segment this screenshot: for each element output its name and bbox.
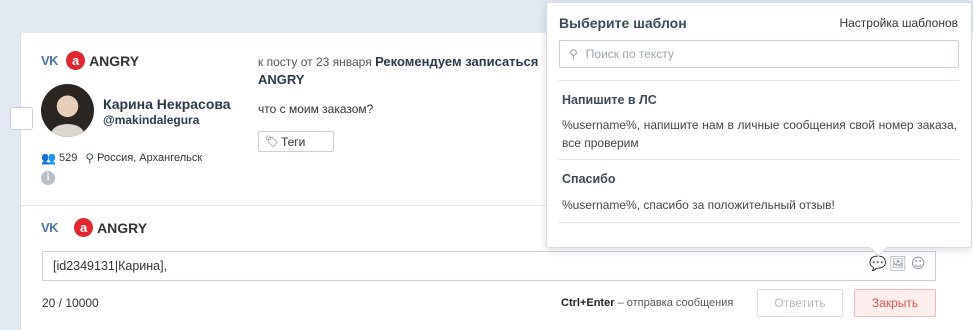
popover-divider bbox=[559, 159, 959, 160]
select-checkbox[interactable] bbox=[10, 107, 33, 130]
reply-button[interactable]: Ответить bbox=[757, 289, 843, 317]
author-stats: 👥 529 ⚲ Россия, Архангельск bbox=[41, 151, 202, 165]
reply-brand-name: ANGRY bbox=[97, 219, 148, 236]
source-brand: VK a ANGRY bbox=[41, 51, 139, 70]
tags-label: Теги bbox=[280, 134, 306, 149]
angry-logo-icon: a bbox=[74, 218, 94, 237]
author-location: Россия, Архангельск bbox=[97, 152, 203, 164]
popover-divider bbox=[559, 222, 959, 223]
info-icon[interactable]: i bbox=[41, 171, 55, 185]
hint-keys: Ctrl+Enter bbox=[561, 297, 615, 309]
popover-divider bbox=[559, 80, 959, 81]
template-item-body[interactable]: %username%, напишите нам в личные сообще… bbox=[562, 116, 957, 152]
author-handle[interactable]: @makindalegura bbox=[103, 113, 199, 127]
char-counter: 20 / 10000 bbox=[42, 296, 99, 310]
friends-icon: 👥 bbox=[41, 151, 56, 165]
brand-name: ANGRY bbox=[89, 52, 140, 69]
template-item-body[interactable]: %username%, спасибо за положительный отз… bbox=[562, 196, 957, 214]
template-item-title[interactable]: Спасибо bbox=[562, 172, 616, 186]
post-title[interactable]: Рекомендуем записаться bbox=[375, 54, 538, 69]
search-icon: ⚲ bbox=[569, 47, 578, 61]
templates-popover: Выберите шаблон Настройка шаблонов ⚲ Нап… bbox=[546, 2, 972, 248]
close-button[interactable]: Закрыть bbox=[854, 289, 936, 317]
popover-title: Выберите шаблон bbox=[559, 15, 687, 31]
vk-icon: VK bbox=[41, 53, 59, 68]
chat-icon[interactable]: 💬 bbox=[869, 256, 887, 272]
tag-icon: 🏷 bbox=[265, 136, 279, 148]
image-icon[interactable]: 🖼 bbox=[889, 256, 907, 272]
vk-icon: VK bbox=[41, 220, 59, 235]
post-title-continued[interactable]: ANGRY bbox=[258, 72, 304, 87]
post-date-ref: к посту от 23 января bbox=[258, 55, 372, 69]
location-pin-icon: ⚲ bbox=[85, 151, 95, 165]
emoji-icon[interactable]: ☺ bbox=[909, 256, 927, 272]
tags-button[interactable]: 🏷 Теги bbox=[258, 131, 334, 152]
template-settings-link[interactable]: Настройка шаблонов bbox=[839, 16, 958, 30]
reply-input[interactable]: [id2349131|Карина], bbox=[42, 251, 936, 281]
send-hint: Ctrl+Enter – отправка сообщения bbox=[561, 297, 733, 309]
template-item-title[interactable]: Напишите в ЛС bbox=[562, 93, 657, 107]
author-name[interactable]: Карина Некрасова bbox=[103, 96, 231, 112]
template-search[interactable]: ⚲ bbox=[559, 40, 959, 68]
reply-brand: VK a ANGRY bbox=[41, 218, 147, 237]
avatar[interactable] bbox=[41, 84, 94, 137]
comment-text: что с моим заказом? bbox=[258, 102, 374, 116]
input-toolbar: 💬 🖼 ☺ bbox=[869, 256, 927, 272]
template-search-input[interactable] bbox=[585, 47, 946, 61]
angry-logo-icon: a bbox=[66, 51, 86, 70]
hint-text: – отправка сообщения bbox=[617, 297, 734, 309]
friends-count: 529 bbox=[58, 152, 78, 164]
post-meta: к посту от 23 января Рекомендуем записат… bbox=[258, 54, 538, 69]
